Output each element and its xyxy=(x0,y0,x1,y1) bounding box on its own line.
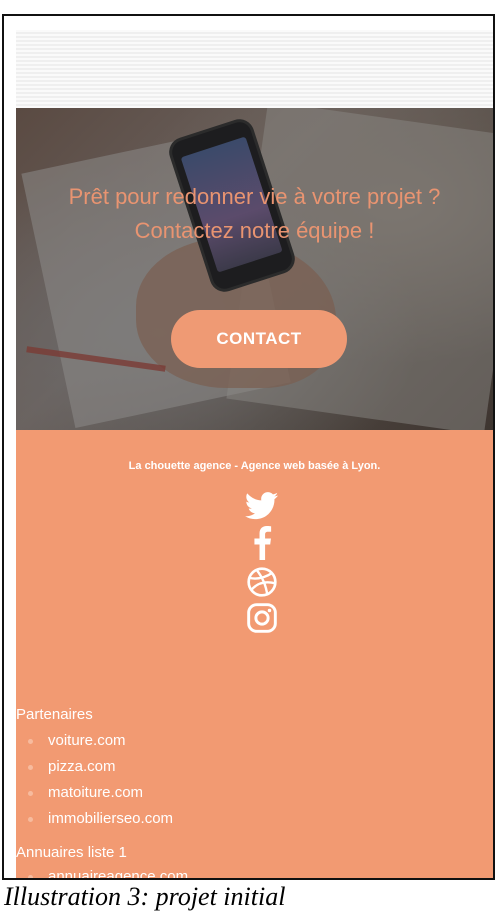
annuaires-title: Annuaires liste 1 xyxy=(16,844,127,861)
partners-list: voiture.com pizza.com matoiture.com immo… xyxy=(27,728,173,832)
annuaire-link[interactable]: annuaireagence.com xyxy=(27,864,188,878)
screenshot-frame: Prêt pour redonner vie à votre projet ? … xyxy=(2,14,495,880)
header-bar xyxy=(16,30,493,108)
social-links xyxy=(242,492,282,634)
hero-title-line1: Prêt pour redonner vie à votre projet ? xyxy=(68,184,441,209)
facebook-icon[interactable] xyxy=(252,526,272,560)
footer: La chouette agence - Agence web basée à … xyxy=(16,430,493,878)
partner-link[interactable]: matoiture.com xyxy=(27,780,173,806)
partner-link[interactable]: pizza.com xyxy=(27,754,173,780)
dribbble-icon[interactable] xyxy=(246,566,278,598)
hero-section: Prêt pour redonner vie à votre projet ? … xyxy=(16,108,493,430)
hero-title-line2: Contactez notre équipe ! xyxy=(134,218,375,243)
hero-title: Prêt pour redonner vie à votre projet ? … xyxy=(16,180,493,248)
partner-link[interactable]: immobilierseo.com xyxy=(27,806,173,832)
figure-caption: Illustration 3: projet initial xyxy=(4,882,286,911)
twitter-icon[interactable] xyxy=(245,492,279,520)
annuaires-list: annuaireagence.com xyxy=(27,864,188,878)
partner-link[interactable]: voiture.com xyxy=(27,728,173,754)
contact-button[interactable]: CONTACT xyxy=(171,310,347,368)
instagram-icon[interactable] xyxy=(246,602,278,634)
partners-title: Partenaires xyxy=(16,706,93,723)
footer-tagline: La chouette agence - Agence web basée à … xyxy=(128,460,381,472)
